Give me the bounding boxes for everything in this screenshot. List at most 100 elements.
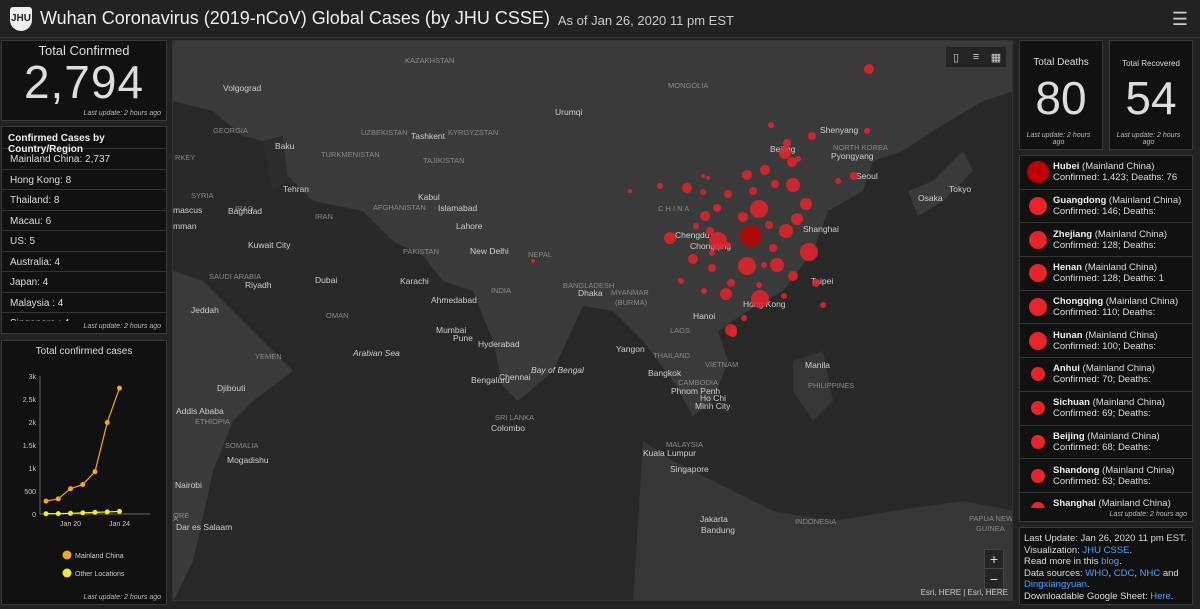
case-bubble[interactable] (750, 200, 768, 218)
case-bubble[interactable] (835, 178, 841, 184)
case-bubble[interactable] (741, 315, 747, 321)
case-bubble[interactable] (657, 183, 663, 189)
bookmark-icon[interactable]: ▯ (947, 48, 965, 66)
data-point[interactable] (55, 496, 61, 502)
province-list-item[interactable]: Henan (Mainland China) Confirmed: 128; De… (1020, 257, 1192, 291)
data-point[interactable] (43, 498, 49, 504)
case-bubble[interactable] (771, 180, 779, 188)
case-bubble[interactable] (779, 147, 791, 159)
basemap-gallery-icon[interactable]: ▦ (987, 48, 1005, 66)
case-bubble[interactable] (765, 221, 773, 229)
case-bubble[interactable] (783, 139, 791, 147)
case-bubble[interactable] (751, 290, 769, 308)
case-bubble[interactable] (700, 189, 706, 195)
case-bubble[interactable] (795, 156, 801, 162)
case-bubble[interactable] (808, 132, 816, 140)
case-bubble[interactable] (770, 258, 784, 272)
data-point[interactable] (68, 486, 73, 492)
legend-list-icon[interactable]: ≡ (967, 48, 985, 66)
case-bubble[interactable] (850, 172, 858, 180)
jhu-csse-link[interactable]: JHU CSSE (1082, 545, 1129, 556)
data-point[interactable] (92, 509, 98, 515)
case-bubble[interactable] (706, 227, 714, 235)
province-list-item[interactable]: Anhui (Mainland China) Confirmed: 70; Dea… (1020, 358, 1192, 392)
data-point[interactable] (104, 419, 110, 425)
country-list[interactable]: Mainland China: 2,737 Hong Kong: 8 Thailan… (2, 149, 166, 321)
who-link[interactable]: WHO (1085, 568, 1108, 579)
province-list-item[interactable]: Sichuan (Mainland China) Confirmed: 69; D… (1020, 392, 1192, 426)
case-bubble[interactable] (720, 288, 732, 300)
country-list-item[interactable]: Singapore : 4 (2, 313, 166, 321)
country-list-item[interactable]: Thailand: 8 (2, 190, 166, 211)
case-bubble[interactable] (716, 207, 720, 211)
case-bubble[interactable] (701, 174, 705, 178)
blog-link[interactable]: blog (1101, 556, 1119, 567)
case-bubble[interactable] (700, 211, 710, 221)
province-list-item[interactable]: Zhejiang (Mainland China) Confirmed: 128;… (1020, 223, 1192, 258)
case-bubble[interactable] (864, 64, 874, 74)
province-list-item[interactable]: Shanghai (Mainland China)Confirmed: 53; … (1020, 493, 1192, 508)
country-list-item[interactable]: Hong Kong: 8 (2, 170, 166, 190)
case-bubble[interactable] (781, 293, 787, 299)
province-list[interactable]: Hubei (Mainland China) Confirmed: 1,423; … (1020, 156, 1192, 508)
case-bubble[interactable] (756, 282, 762, 288)
province-list-item[interactable]: Hunan (Mainland China) Confirmed: 100; De… (1020, 324, 1192, 359)
data-point[interactable] (104, 509, 110, 515)
zoom-out-button[interactable]: − (985, 569, 1003, 588)
province-list-item[interactable]: Shandong (Mainland China) Confirmed: 63; … (1020, 459, 1192, 493)
case-bubble[interactable] (708, 264, 716, 272)
case-bubble[interactable] (791, 213, 803, 225)
case-bubble[interactable] (688, 254, 698, 264)
province-list-item[interactable]: Beijing (Mainland China) Confirmed: 68; D… (1020, 426, 1192, 460)
google-sheet-link[interactable]: Here (1150, 591, 1171, 602)
case-bubble[interactable] (706, 176, 710, 180)
case-bubble[interactable] (749, 187, 757, 195)
case-bubble[interactable] (682, 183, 692, 193)
country-list-item[interactable]: Australia: 4 (2, 252, 166, 272)
data-point[interactable] (68, 510, 73, 516)
country-list-item[interactable]: US: 5 (2, 231, 166, 252)
dingxiangyuan-link[interactable]: Dingxiangyuan (1024, 579, 1087, 590)
case-bubble[interactable] (812, 279, 820, 287)
data-point[interactable] (92, 469, 98, 475)
province-list-item[interactable]: Chongqing (Mainland China) Confirmed: 110… (1020, 291, 1192, 325)
case-bubble[interactable] (864, 128, 870, 134)
country-list-item[interactable]: Japan: 4 (2, 272, 166, 293)
data-point[interactable] (80, 510, 86, 516)
case-bubble[interactable] (664, 232, 676, 244)
case-bubble[interactable] (738, 212, 748, 222)
case-bubble[interactable] (724, 190, 732, 198)
case-bubble[interactable] (760, 165, 770, 175)
data-point[interactable] (80, 482, 86, 488)
menu-icon[interactable]: ☰ (1172, 9, 1188, 30)
world-map[interactable]: Volgograd KAZAKHSTAN MONGOLIA Urumqi GEORGIA… (173, 41, 1013, 601)
case-bubble[interactable] (820, 302, 826, 308)
cases-line-chart[interactable]: 0 500 1k 1.5k 2k 2.5k 3k Jan 20 Jan 24 Mainland C… (2, 359, 166, 599)
map-panel[interactable]: Volgograd KAZAKHSTAN MONGOLIA Urumqi GEORGIA… (172, 40, 1013, 601)
zoom-in-button[interactable]: + (985, 550, 1003, 569)
data-point[interactable] (43, 511, 49, 517)
case-bubble[interactable] (531, 259, 535, 263)
case-bubble[interactable] (788, 271, 798, 281)
case-bubble[interactable] (725, 242, 731, 248)
case-bubble[interactable] (709, 250, 715, 256)
case-bubble[interactable] (779, 224, 793, 238)
case-bubble[interactable] (729, 329, 737, 337)
province-list-item[interactable]: Hubei (Mainland China) Confirmed: 1,423; … (1020, 156, 1192, 190)
case-bubble[interactable] (786, 178, 800, 192)
case-bubble[interactable] (678, 278, 684, 284)
country-list-item[interactable]: Macau: 6 (2, 211, 166, 231)
case-bubble[interactable] (628, 189, 632, 193)
cdc-link[interactable]: CDC (1114, 568, 1135, 579)
data-point[interactable] (55, 511, 61, 517)
data-point[interactable] (117, 508, 122, 514)
case-bubble[interactable] (727, 279, 735, 287)
case-bubble[interactable] (740, 225, 762, 247)
case-bubble[interactable] (709, 232, 727, 250)
country-list-item[interactable]: Malaysia : 4 (2, 293, 166, 313)
case-bubble[interactable] (738, 257, 756, 275)
case-bubble[interactable] (693, 223, 699, 229)
case-bubble[interactable] (800, 243, 818, 261)
case-bubble[interactable] (800, 198, 812, 210)
case-bubble[interactable] (768, 122, 774, 128)
